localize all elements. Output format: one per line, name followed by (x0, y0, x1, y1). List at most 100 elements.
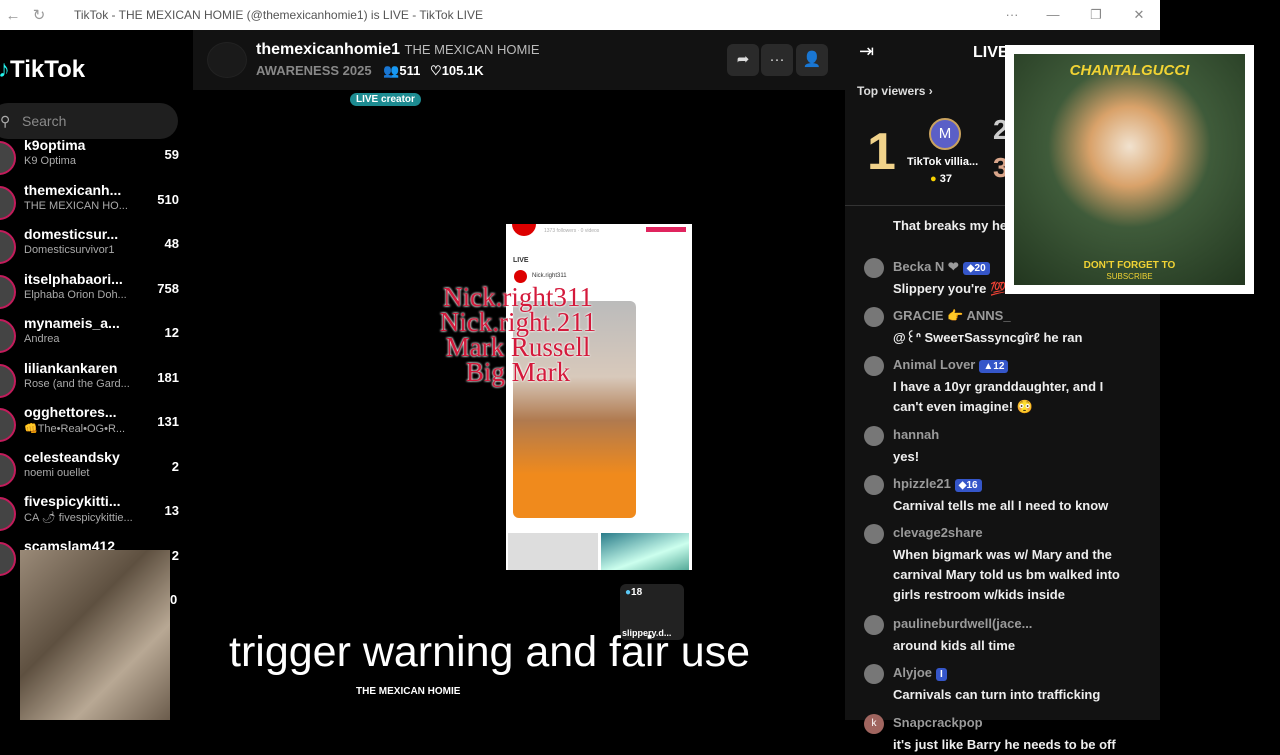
comment-text: Carnival tells me all I need to know (893, 498, 1109, 513)
streamer-avatar[interactable] (207, 42, 247, 78)
footer-label: THE MEXICAN HOMIE (356, 686, 461, 697)
viewer-count: 13 (164, 503, 179, 518)
top-viewer-avatar[interactable]: M (929, 118, 961, 150)
sidebar-channel[interactable]: domesticsur... Domesticsurvivor1 48 (0, 226, 185, 270)
like-count: 105.1K (441, 63, 484, 78)
following-count: 0 (170, 592, 178, 607)
name-overlay: Nick.right311 Nick.right.211 Mark Russel… (413, 284, 623, 387)
viewer-count: 758 (157, 280, 179, 296)
caption: trigger warning and fair use (229, 628, 751, 676)
channel-name: k9optima (24, 137, 86, 153)
commenter-avatar[interactable]: k (864, 714, 884, 734)
tiktok-logo[interactable]: ♪TikTok (0, 56, 85, 84)
maximize-button[interactable]: ❐ (1074, 0, 1118, 30)
promo-overlay: CHANTALGUCCI DON'T FORGET TO SUBSCRIBE (1005, 45, 1254, 294)
commenter-avatar[interactable] (864, 258, 884, 278)
more-options-button[interactable]: ··· (761, 44, 793, 76)
commenter-name[interactable]: GRACIE 👉 ANNS_ (893, 308, 1011, 323)
comment-text: yes! (893, 449, 920, 464)
close-button[interactable]: ✕ (1117, 0, 1161, 30)
promo-line2: SUBSCRIBE (1106, 272, 1153, 281)
channel-avatar (0, 408, 16, 442)
commenter-avatar[interactable] (864, 524, 884, 544)
overlay-line: Big Mark (465, 357, 571, 387)
channel-avatar (0, 363, 16, 398)
reload-button[interactable]: ↻ (26, 6, 52, 24)
channel-avatar (0, 230, 16, 264)
channel-name: liliankankaren (24, 359, 118, 376)
top-viewer-coins: 37 (939, 173, 952, 185)
back-button[interactable]: ← (0, 7, 26, 24)
viewer-count: 48 (164, 236, 179, 251)
promo-line1: DON'T FORGET TO (1083, 260, 1176, 271)
channel-avatar (0, 319, 16, 353)
commenter-avatar[interactable] (864, 426, 884, 446)
commenter-name[interactable]: hannah (893, 427, 939, 442)
viewer-count: 2 (171, 547, 179, 563)
search-input[interactable]: Search (0, 103, 178, 139)
sidebar-channel[interactable]: celesteandsky noemi ouellet 2 (0, 449, 185, 493)
channel-subtitle: THE MEXICAN HO... (24, 199, 128, 212)
commenter-avatar[interactable] (864, 615, 884, 635)
channel-avatar (0, 141, 16, 175)
phone-live-label: LIVE (513, 257, 529, 264)
guest-count: 18 (631, 587, 643, 598)
comment-text: around kids all time (893, 638, 1016, 653)
profile-avatar (512, 224, 536, 236)
commenter-avatar[interactable] (864, 307, 884, 327)
share-button[interactable]: ➦ (727, 44, 759, 76)
viewer-count: 511 (399, 63, 421, 78)
channel-subtitle: CA 🌶 fivespicykittie... (24, 512, 133, 524)
cat-webcam-overlay (20, 550, 170, 720)
sidebar-channel[interactable]: mynameis_a... Andrea 12 (0, 315, 185, 359)
viewer-count: 12 (164, 325, 179, 340)
channel-avatar (0, 185, 16, 220)
commenter-name[interactable]: Alyjoe (893, 665, 932, 680)
channel-name: ogghettores... (24, 404, 117, 420)
level-badge: I (936, 668, 947, 681)
streamer-username[interactable]: themexicanhomie1 (256, 41, 400, 58)
follow-button[interactable]: 👤 (796, 44, 828, 76)
collapse-icon[interactable]: ⇥ (859, 41, 874, 62)
sidebar-channel[interactable]: themexicanh... THE MEXICAN HO... 510 (0, 182, 185, 226)
commenter-avatar[interactable] (864, 664, 884, 684)
commenter-name[interactable]: Becka N ❤ (893, 259, 959, 274)
comment-text: When bigmark was w/ Mary and the carniva… (893, 547, 1120, 602)
channel-name: fivespicykitti... (24, 493, 121, 509)
streamer-display-name: THE MEXICAN HOMIE (404, 42, 540, 57)
commenter-name[interactable]: Animal Lover (893, 357, 975, 372)
commenter-avatar[interactable] (864, 475, 884, 495)
top-viewer-name[interactable]: TikTok villia... (907, 156, 978, 168)
channel-name: themexicanh... (24, 181, 122, 198)
channel-subtitle: Andrea (24, 333, 60, 345)
commenter-name[interactable]: hpizzle21 (893, 476, 951, 491)
phone-username: Nick.right311 (532, 273, 567, 279)
commenter-name[interactable]: Snapcrackpop (893, 715, 983, 730)
commenter-name[interactable]: clevage2share (893, 525, 983, 540)
channel-subtitle: K9 Optima (24, 155, 76, 167)
channel-avatar (0, 452, 16, 487)
sidebar-channel[interactable]: fivespicykitti... CA 🌶 fivespicykittie...… (0, 493, 185, 537)
more-button[interactable]: ··· (990, 0, 1034, 30)
commenter-avatar[interactable] (864, 356, 884, 376)
channel-name: mynameis_a... (24, 315, 120, 331)
thumbnail (508, 533, 598, 570)
viewer-count: 510 (157, 191, 179, 207)
commenter-name[interactable]: paulineburdwell(jace... (893, 616, 1032, 631)
top-viewers-link[interactable]: Top viewers › (857, 84, 933, 98)
sidebar-channel[interactable]: itselphabaori... Elphaba Orion Doh... 758 (0, 271, 185, 315)
sidebar-channel[interactable]: k9optima K9 Optima 59 (0, 137, 185, 181)
level-badge: ◆20 (962, 262, 990, 275)
minimize-button[interactable]: — (1031, 0, 1075, 30)
sidebar-channel[interactable]: ogghettores... 👊The•Real•OG•R... 131 (0, 404, 185, 448)
channel-subtitle: Rose (and the Gard... (24, 377, 130, 390)
channel-subtitle: Elphaba Orion Doh... (24, 288, 127, 301)
thumbnail (601, 533, 689, 570)
rank-1: 1 (867, 123, 896, 181)
live-video[interactable]: LIVE creator 1373 followers · 0 videos L… (193, 90, 845, 705)
channel-avatar (0, 541, 16, 576)
sidebar-channel[interactable]: liliankankaren Rose (and the Gard... 181 (0, 360, 185, 404)
viewer-count: 131 (157, 414, 179, 429)
channel-subtitle: Domesticsurvivor1 (24, 244, 115, 256)
follow-bar (646, 227, 686, 232)
